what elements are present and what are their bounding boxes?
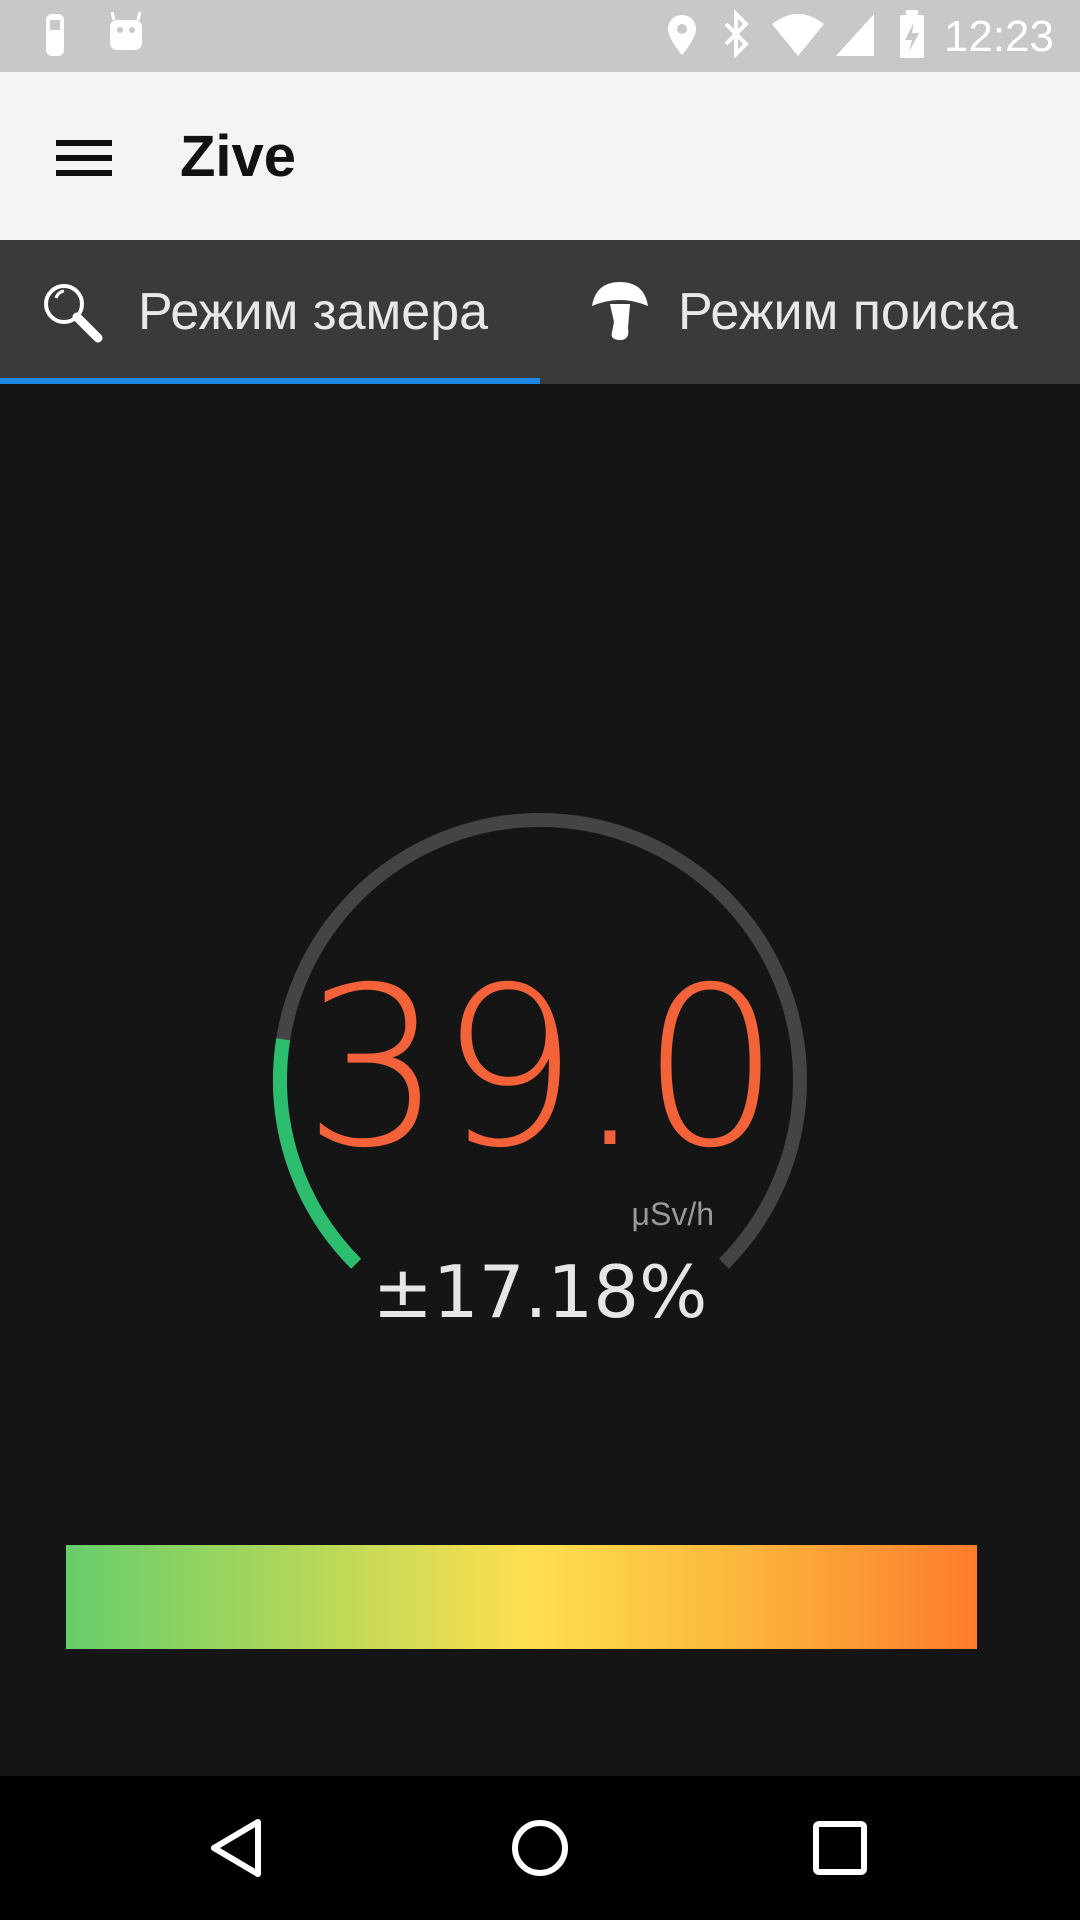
dose-rate-value: 39.0	[303, 940, 781, 1196]
selected-tab-indicator	[0, 378, 540, 384]
tab-measure-mode[interactable]: Режим замера	[0, 240, 540, 384]
android-icon	[110, 11, 142, 50]
recents-icon[interactable]	[796, 1804, 884, 1892]
battery-charging-icon	[900, 10, 924, 58]
tab-search-label: Режим поиска	[678, 283, 1018, 341]
status-time: 12:23	[943, 12, 1054, 61]
app-screen: 12:23 Zive Режим замера Режим поиска 39.…	[0, 0, 1080, 1920]
radiation-level-scale	[66, 1545, 977, 1649]
mushroom-icon	[592, 282, 648, 340]
measurement-error: ±17.18%	[372, 1250, 708, 1334]
cell-signal-icon	[836, 14, 874, 56]
magnifier-icon	[44, 284, 103, 343]
hamburger-menu-icon[interactable]	[40, 114, 128, 202]
app-bar: Zive	[0, 72, 1080, 240]
dose-rate-unit: μSv/h	[631, 1196, 714, 1232]
tab-measure-label: Режим замера	[138, 283, 489, 341]
bluetooth-icon	[724, 9, 749, 59]
navigation-bar	[0, 1776, 1080, 1920]
location-icon	[668, 15, 696, 55]
device-icon	[46, 14, 64, 56]
status-bar: 12:23	[0, 0, 1080, 72]
home-icon[interactable]	[496, 1804, 584, 1892]
tab-bar: Режим замера Режим поиска	[0, 240, 1080, 384]
app-title: Zive	[180, 124, 297, 189]
tab-search-mode[interactable]: Режим поиска	[540, 240, 1080, 384]
wifi-icon	[772, 14, 824, 56]
back-icon[interactable]	[196, 1804, 284, 1892]
